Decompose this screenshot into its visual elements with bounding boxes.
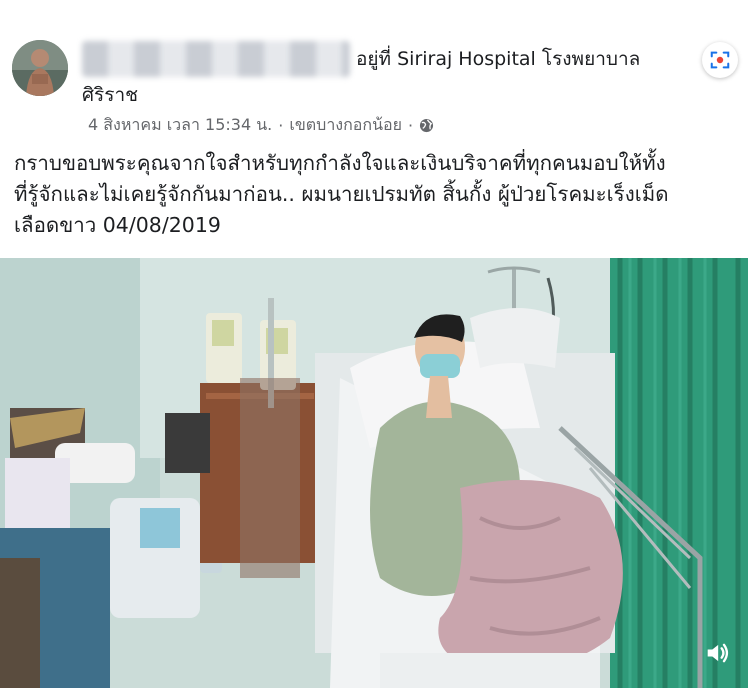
checkin-text[interactable]: อยู่ที่ Siriraj Hospital โรงพยาบาล <box>356 44 640 74</box>
speaker-icon <box>707 643 729 663</box>
checkin-text-continued[interactable]: ศิริราช <box>82 80 138 110</box>
hospital-room-image <box>0 258 748 688</box>
profile-avatar[interactable] <box>12 40 68 96</box>
visual-search-icon <box>710 51 730 69</box>
blurred-author-name <box>82 41 350 77</box>
post-body-line: ที่รู้จักและไม่เคยรู้จักกันมาก่อน.. ผมนา… <box>14 182 669 206</box>
post-meta: 4 สิงหาคม เวลา 15:34 น. · เขตบางกอกน้อย … <box>88 113 434 138</box>
post-body-line: เลือดขาว 04/08/2019 <box>14 213 221 237</box>
globe-icon[interactable] <box>419 118 434 133</box>
avatar-photo <box>12 40 68 96</box>
meta-separator: · <box>278 116 284 135</box>
meta-separator: · <box>408 116 414 135</box>
visual-search-button[interactable] <box>702 42 738 78</box>
post-date[interactable]: 4 สิงหาคม เวลา 15:34 น. <box>88 113 272 138</box>
post-location[interactable]: เขตบางกอกน้อย <box>289 113 402 138</box>
post-body-line: กราบขอบพระคุณจากใจสำหรับทุกกำลังใจและเงิ… <box>14 151 666 175</box>
post-photo[interactable] <box>0 258 748 688</box>
facebook-post: อยู่ที่ Siriraj Hospital โรงพยาบาล ศิริร… <box>0 0 748 688</box>
post-body: กราบขอบพระคุณจากใจสำหรับทุกกำลังใจและเงิ… <box>14 148 738 241</box>
sound-toggle-button[interactable] <box>700 636 734 670</box>
